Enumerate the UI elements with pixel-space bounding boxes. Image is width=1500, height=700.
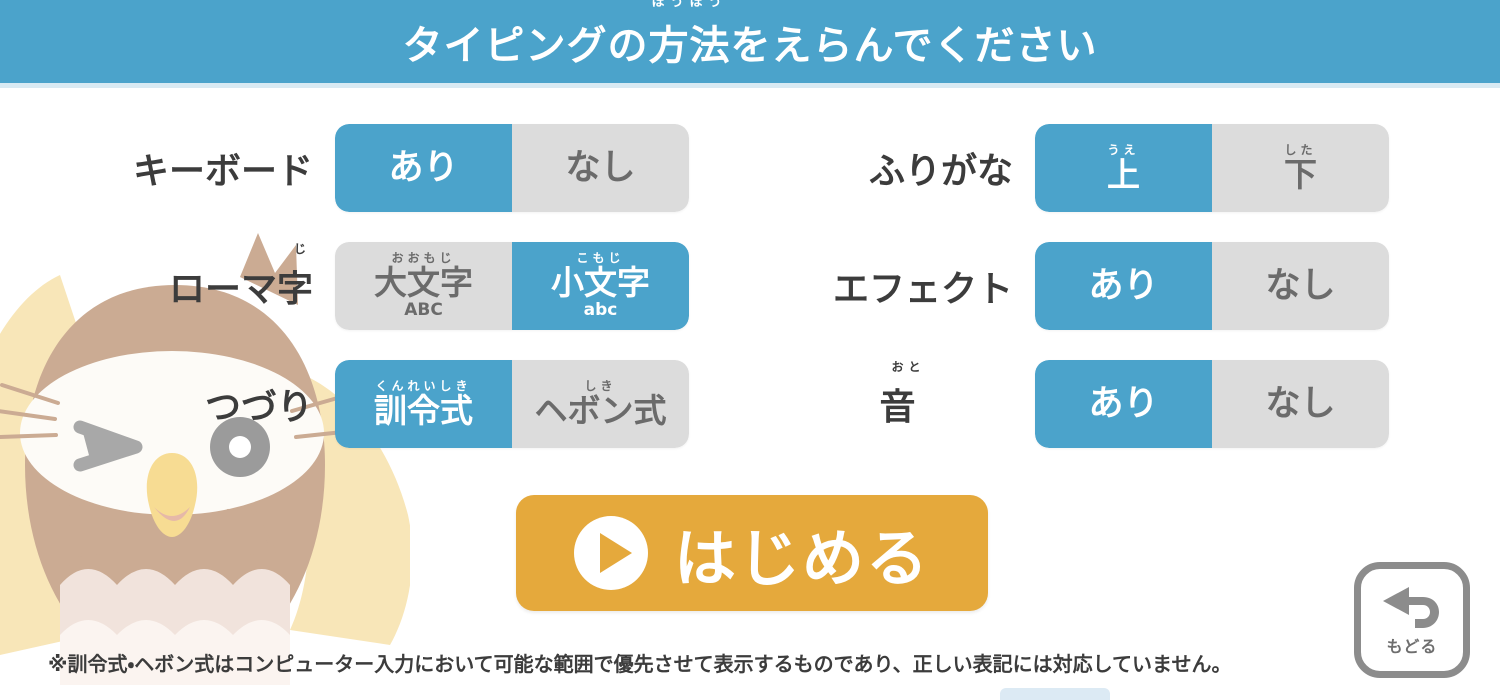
header-bar: タイピングの ほうほう 方法 をえらんでください: [0, 0, 1500, 83]
option-keyboard-off-label: なし: [565, 147, 636, 188]
page-title-part2: をえらんでください: [730, 22, 1098, 69]
setting-label-keyboard-text: キーボード: [132, 151, 313, 192]
setting-row-romaji: じ ローマ字 おおもじ 大文字 ABC こもじ 小文字 abc: [60, 236, 689, 336]
setting-toggle-sound: あり なし: [1035, 360, 1389, 448]
setting-label-furigana: ふりがな: [760, 142, 1035, 194]
setting-label-romaji-text: ローマ字: [168, 269, 313, 310]
footnote-text: ※訓令式・ヘボン式はコンピューター入力において可能な範囲で優先させて表示するもの…: [48, 652, 1232, 676]
option-sound-off-label: なし: [1265, 383, 1336, 424]
setting-toggle-keyboard: あり なし: [335, 124, 689, 212]
setting-label-keyboard-inner: キーボード: [133, 142, 313, 194]
setting-row-furigana: ふりがな うえ 上 した 下: [760, 118, 1389, 218]
header-accent-line: [0, 83, 1500, 88]
option-effect-on[interactable]: あり: [1035, 242, 1212, 330]
setting-label-furigana-inner: ふりがな: [869, 142, 1013, 194]
option-furigana-below-furigana: した: [1284, 142, 1317, 157]
setting-toggle-spelling: くんれいしき 訓令式 しき ヘボン式: [335, 360, 689, 448]
option-sound-off[interactable]: なし: [1212, 360, 1389, 448]
option-romaji-uppercase-label: 大文字: [374, 262, 473, 302]
option-spelling-hepburn[interactable]: しき ヘボン式: [512, 360, 689, 448]
option-romaji-lowercase-sublabel: abc: [583, 300, 618, 321]
setting-label-spelling: つづり: [60, 378, 335, 430]
setting-label-effect-text: エフェクト: [832, 269, 1013, 310]
option-sound-on-label: あり: [1088, 383, 1159, 424]
option-keyboard-off[interactable]: なし: [512, 124, 689, 212]
setting-label-keyboard: キーボード: [60, 142, 335, 194]
option-effect-off[interactable]: なし: [1212, 242, 1389, 330]
option-romaji-uppercase-sublabel: ABC: [404, 300, 443, 321]
option-effect-on-label: あり: [1088, 265, 1159, 306]
setting-row-spelling: つづり くんれいしき 訓令式 しき ヘボン式: [60, 354, 689, 454]
back-arrow-icon: [1383, 587, 1439, 628]
setting-label-sound-inner: おと 音: [879, 360, 920, 430]
back-button[interactable]: もどる: [1354, 562, 1470, 678]
setting-label-spelling-text: つづり: [204, 387, 313, 428]
option-effect-off-label: なし: [1265, 265, 1336, 306]
setting-label-sound: おと 音: [760, 360, 1035, 430]
setting-label-romaji-furigana: じ: [293, 242, 311, 256]
option-romaji-lowercase-label: 小文字: [551, 262, 650, 302]
option-keyboard-on-label: あり: [388, 147, 459, 188]
option-spelling-kunrei-label: 訓令式: [374, 390, 473, 430]
setting-toggle-effect: あり なし: [1035, 242, 1389, 330]
bottom-edge-decoration: [1000, 688, 1110, 700]
setting-label-romaji: じ ローマ字: [60, 242, 335, 312]
setting-toggle-furigana: うえ 上 した 下: [1035, 124, 1389, 212]
setting-row-keyboard: キーボード あり なし: [60, 118, 689, 218]
option-spelling-hepburn-furigana: しき: [584, 378, 617, 393]
page-title-part1: タイピングの: [402, 22, 649, 69]
back-button-label: もどる: [1386, 637, 1438, 656]
page-title-ruby-group: ほうほう 方法: [648, 0, 731, 71]
setting-toggle-romaji: おおもじ 大文字 ABC こもじ 小文字 abc: [335, 242, 689, 330]
option-keyboard-on[interactable]: あり: [335, 124, 512, 212]
option-furigana-above-label: 上: [1107, 154, 1140, 194]
setting-label-spelling-inner: つづり: [205, 378, 313, 430]
option-furigana-above[interactable]: うえ 上: [1035, 124, 1212, 212]
play-icon: [573, 516, 648, 590]
typing-settings-screen: タイピングの ほうほう 方法 をえらんでください キーボード あり なし じ ロ…: [0, 0, 1500, 700]
start-button[interactable]: はじめる: [516, 495, 988, 611]
setting-label-sound-text: 音: [879, 387, 916, 428]
start-button-label: はじめる: [673, 522, 930, 595]
setting-row-effect: エフェクト あり なし: [760, 236, 1389, 336]
option-sound-on[interactable]: あり: [1035, 360, 1212, 448]
option-romaji-uppercase[interactable]: おおもじ 大文字 ABC: [335, 242, 512, 330]
option-furigana-above-furigana: うえ: [1107, 142, 1140, 157]
settings-grid: キーボード あり なし じ ローマ字 おおもじ 大文字 ABC こもじ 小文字 …: [0, 100, 1500, 480]
setting-row-sound: おと 音 あり なし: [760, 354, 1389, 454]
option-spelling-hepburn-label: ヘボン式: [534, 390, 667, 430]
option-romaji-lowercase[interactable]: こもじ 小文字 abc: [512, 242, 689, 330]
option-furigana-below-label: 下: [1284, 154, 1317, 194]
setting-label-furigana-text: ふりがな: [868, 151, 1013, 192]
option-spelling-kunrei[interactable]: くんれいしき 訓令式: [335, 360, 512, 448]
page-title-furigana: ほうほう: [651, 0, 728, 10]
option-furigana-below[interactable]: した 下: [1212, 124, 1389, 212]
setting-label-effect: エフェクト: [760, 260, 1035, 312]
page-title: タイピングの ほうほう 方法 をえらんでください: [402, 0, 1098, 71]
setting-label-effect-inner: エフェクト: [833, 260, 1013, 312]
setting-label-sound-furigana: おと: [891, 360, 926, 374]
page-title-kanji: 方法: [648, 22, 731, 69]
option-spelling-kunrei-furigana: くんれいしき: [375, 378, 472, 393]
setting-label-romaji-inner: じ ローマ字: [168, 242, 313, 312]
